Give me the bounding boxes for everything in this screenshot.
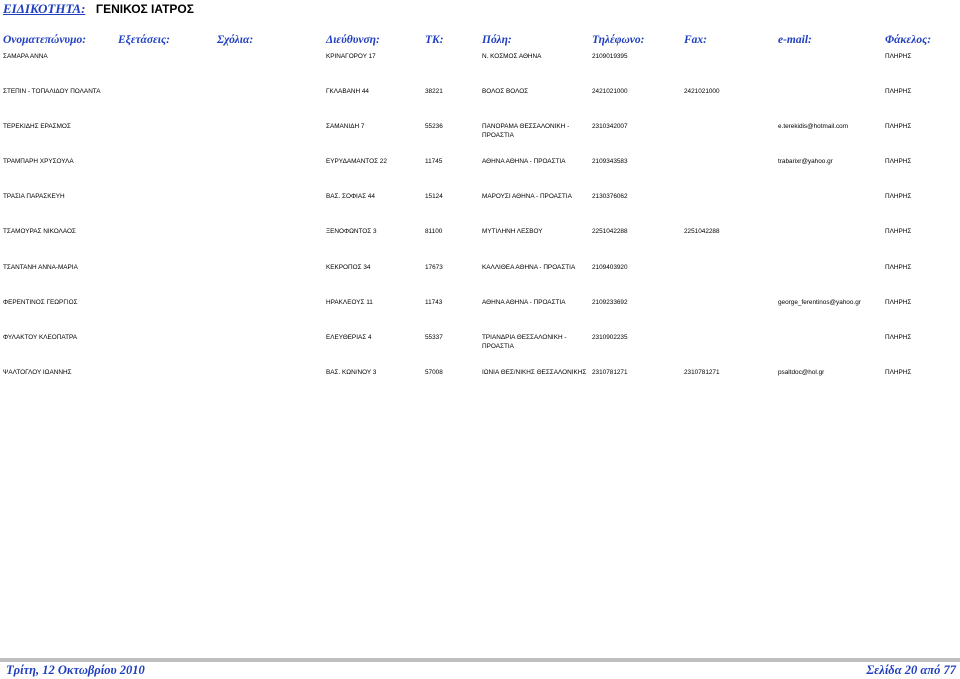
- table-row: ΨΑΛΤΟΓΛΟΥ ΙΩΑΝΝΗΣ ΒΑΣ. ΚΩΝ/ΝΟΥ 3 57008 Ι…: [0, 368, 960, 398]
- table-row: ΤΕΡΕΚΙΔΗΣ ΕΡΑΣΜΟΣ ΣΑΜΑΝΙΔΗ 7 55236 ΠΑΝΟΡ…: [0, 122, 960, 152]
- row-address: ΚΕΚΡΟΠΟΣ 34: [326, 264, 371, 271]
- header-exams: Εξετάσεις:: [118, 34, 170, 46]
- row-address: ΗΡΑΚΛΕΟΥΣ 11: [326, 299, 373, 306]
- row-fax: 2251042288: [684, 228, 720, 235]
- row-folder: ΠΛΗΡΗΣ: [885, 158, 912, 165]
- row-folder: ΠΛΗΡΗΣ: [885, 53, 912, 60]
- specialty-label: ΕΙΔΙΚΟΤΗΤΑ:: [3, 1, 86, 16]
- row-address: ΞΕΝΟΦΩΝΤΟΣ 3: [326, 228, 377, 235]
- header-tk: ΤΚ:: [425, 34, 444, 46]
- row-city: ΑΘΗΝΑ ΑΘΗΝΑ - ΠΡΟΑΣΤΙΑ: [482, 158, 566, 165]
- row-folder: ΠΛΗΡΗΣ: [885, 264, 912, 271]
- table-row: ΤΣΑΝΤΑΝΗ ΑΝΝΑ-ΜΑΡΙΑ ΚΕΚΡΟΠΟΣ 34 17673 ΚΑ…: [0, 263, 960, 293]
- row-address: ΓΚΛΑΒΑΝΗ 44: [326, 88, 369, 95]
- row-address: ΕΛΕΥΘΕΡΙΑΣ 4: [326, 334, 372, 341]
- row-phone: 2421021000: [592, 88, 628, 95]
- row-name: ΨΑΛΤΟΓΛΟΥ ΙΩΑΝΝΗΣ: [3, 369, 72, 376]
- table-row: ΤΣΑΜΟΥΡΑΣ ΝΙΚΟΛΑΟΣ ΞΕΝΟΦΩΝΤΟΣ 3 81100 ΜΥ…: [0, 227, 960, 257]
- row-city: ΒΟΛΟΣ ΒΟΛΟΣ: [482, 88, 529, 95]
- row-folder: ΠΛΗΡΗΣ: [885, 369, 912, 376]
- table-row: ΣΑΜΑΡΑ ΑΝΝΑ ΚΡΙΝΑΓΟΡΟΥ 17 Ν. ΚΟΣΜΟΣ ΑΘΗΝ…: [0, 52, 960, 82]
- row-name: ΤΣΑΝΤΑΝΗ ΑΝΝΑ-ΜΑΡΙΑ: [3, 264, 78, 271]
- row-email: george_ferentinos@yahoo.gr: [778, 299, 861, 306]
- row-city: ΙΩΝΙΑ ΘΕΣ/ΝΙΚΗΣ ΘΕΣΣΑΛΟΝΙΚΗΣ: [482, 369, 587, 376]
- row-address: ΒΑΣ. ΚΩΝ/ΝΟΥ 3: [326, 369, 377, 376]
- row-city: ΜΥΤΙΛΗΝΗ ΛΕΣΒΟΥ: [482, 228, 543, 235]
- row-name: ΦΥΛΑΚΤΟΥ ΚΛΕΟΠΑΤΡΑ: [3, 334, 78, 341]
- row-tk: 81100: [425, 228, 443, 235]
- row-name: ΤΕΡΕΚΙΔΗΣ ΕΡΑΣΜΟΣ: [3, 123, 71, 130]
- row-phone: 2109019395: [592, 53, 628, 60]
- page-title: ΕΙΔΙΚΟΤΗΤΑ: ΓΕΝΙΚΟΣ ΙΑΤΡΟΣ: [3, 0, 194, 16]
- row-phone: 2109233692: [592, 299, 628, 306]
- table-row: ΣΤΕΠΙΝ - ΤΟΠΑΛΙΔΟΥ ΠΟΛΑΝΤΑ ΓΚΛΑΒΑΝΗ 44 3…: [0, 87, 960, 117]
- row-phone: 2130376062: [592, 193, 628, 200]
- row-tk: 11743: [425, 299, 443, 306]
- header-name: Ονοματεπώνυμο:: [3, 34, 87, 46]
- row-address: ΒΑΣ. ΣΟΦΙΑΣ 44: [326, 193, 375, 200]
- row-address: ΣΑΜΑΝΙΔΗ 7: [326, 123, 365, 130]
- row-folder: ΠΛΗΡΗΣ: [885, 228, 912, 235]
- footer-divider: [0, 658, 960, 662]
- row-tk: 55337: [425, 334, 443, 341]
- row-address: ΚΡΙΝΑΓΟΡΟΥ 17: [326, 53, 376, 60]
- row-address: ΕΥΡΥΔΑΜΑΝΤΟΣ 22: [326, 158, 387, 165]
- row-name: ΣΑΜΑΡΑ ΑΝΝΑ: [3, 53, 48, 60]
- page-number: Σελίδα 20 από 77: [866, 663, 956, 677]
- row-city: ΠΑΝΟΡΑΜΑ ΘΕΣΣΑΛΟΝΙΚΗ - ΠΡΟΑΣΤΙΑ: [482, 123, 570, 139]
- column-header-row: Ονοματεπώνυμο: Εξετάσεις: Σχόλια: Διεύθυ…: [0, 34, 960, 50]
- row-name: ΤΣΑΜΟΥΡΑΣ ΝΙΚΟΛΑΟΣ: [3, 228, 76, 235]
- row-email: e.terekidis@hotmail.com: [778, 123, 849, 130]
- row-folder: ΠΛΗΡΗΣ: [885, 123, 912, 130]
- table-row: ΤΡΑΜΠΑΡΗ ΧΡΥΣΟΥΛΑ ΕΥΡΥΔΑΜΑΝΤΟΣ 22 11745 …: [0, 157, 960, 187]
- row-email: trabarixr@yahoo.gr: [778, 158, 833, 165]
- row-city: ΤΡΙΑΝΔΡΙΑ ΘΕΣΣΑΛΟΝΙΚΗ - ΠΡΟΑΣΤΙΑ: [482, 334, 567, 350]
- row-fax: 2310781271: [684, 369, 720, 376]
- row-tk: 38221: [425, 88, 443, 95]
- row-folder: ΠΛΗΡΗΣ: [885, 334, 912, 341]
- footer-date: Τρίτη, 12 Οκτωβρίου 2010: [6, 663, 145, 677]
- row-city: ΚΑΛΛΙΘΕΑ ΑΘΗΝΑ - ΠΡΟΑΣΤΙΑ: [482, 264, 576, 271]
- row-email: psaltdoc@hol.gr: [778, 369, 825, 376]
- row-tk: 11745: [425, 158, 443, 165]
- row-phone: 2310781271: [592, 369, 628, 376]
- table-row: ΦΕΡΕΝΤΙΝΟΣ ΓΕΩΡΓΙΟΣ ΗΡΑΚΛΕΟΥΣ 11 11743 Α…: [0, 298, 960, 328]
- row-tk: 57008: [425, 369, 443, 376]
- row-tk: 15124: [425, 193, 443, 200]
- header-address: Διεύθυνση:: [326, 34, 380, 46]
- specialty-value: ΓΕΝΙΚΟΣ ΙΑΤΡΟΣ: [95, 2, 194, 16]
- row-city: ΜΑΡΟΥΣΙ ΑΘΗΝΑ - ΠΡΟΑΣΤΙΑ: [482, 193, 572, 200]
- header-city: Πόλη:: [482, 34, 512, 46]
- row-folder: ΠΛΗΡΗΣ: [885, 299, 912, 306]
- row-name: ΦΕΡΕΝΤΙΝΟΣ ΓΕΩΡΓΙΟΣ: [3, 299, 78, 306]
- row-phone: 2310342007: [592, 123, 628, 130]
- row-city: ΑΘΗΝΑ ΑΘΗΝΑ - ΠΡΟΑΣΤΙΑ: [482, 299, 566, 306]
- header-comments: Σχόλια:: [217, 34, 254, 46]
- row-city: Ν. ΚΟΣΜΟΣ ΑΘΗΝΑ: [482, 53, 542, 60]
- row-name: ΣΤΕΠΙΝ - ΤΟΠΑΛΙΔΟΥ ΠΟΛΑΝΤΑ: [3, 88, 101, 95]
- table-row: ΤΡΑΣΙΑ ΠΑΡΑΣΚΕΥΗ ΒΑΣ. ΣΟΦΙΑΣ 44 15124 ΜΑ…: [0, 192, 960, 222]
- row-fax: 2421021000: [684, 88, 720, 95]
- header-folder: Φάκελος:: [885, 34, 932, 46]
- table-row: ΦΥΛΑΚΤΟΥ ΚΛΕΟΠΑΤΡΑ ΕΛΕΥΘΕΡΙΑΣ 4 55337 ΤΡ…: [0, 333, 960, 363]
- row-folder: ΠΛΗΡΗΣ: [885, 88, 912, 95]
- row-phone: 2109403920: [592, 264, 628, 271]
- row-name: ΤΡΑΜΠΑΡΗ ΧΡΥΣΟΥΛΑ: [3, 158, 74, 165]
- row-name: ΤΡΑΣΙΑ ΠΑΡΑΣΚΕΥΗ: [3, 193, 65, 200]
- row-folder: ΠΛΗΡΗΣ: [885, 193, 912, 200]
- header-fax: Fax:: [684, 34, 707, 46]
- header-email: e-mail:: [778, 34, 812, 46]
- header-phone: Τηλέφωνο:: [592, 34, 645, 46]
- row-phone: 2310902235: [592, 334, 628, 341]
- row-tk: 55236: [425, 123, 443, 130]
- row-phone: 2109343583: [592, 158, 628, 165]
- row-phone: 2251042288: [592, 228, 628, 235]
- row-tk: 17673: [425, 264, 443, 271]
